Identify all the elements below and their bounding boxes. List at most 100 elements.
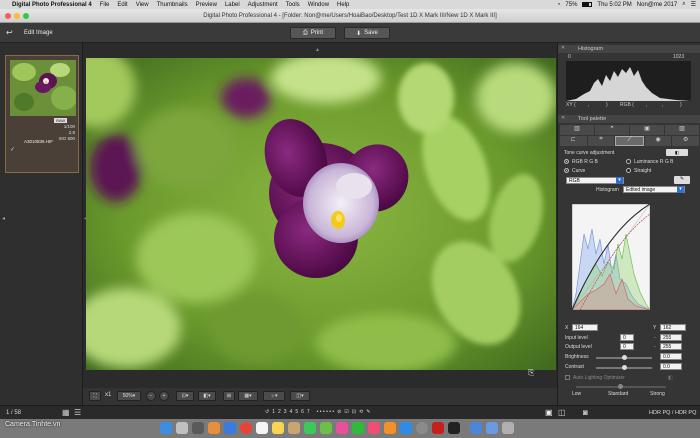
print-button[interactable]: ⎙ Print (290, 27, 336, 39)
x-value-field[interactable]: 164 (572, 324, 598, 331)
close-window-button[interactable] (5, 13, 11, 19)
compare-view-icon[interactable]: ◫ (558, 408, 566, 417)
menu-label[interactable]: Label (221, 2, 244, 8)
label-6-icon[interactable]: 6 (301, 409, 304, 415)
radio-luminance-mode[interactable] (626, 159, 631, 164)
minimize-window-button[interactable] (14, 13, 20, 19)
calendar-icon[interactable] (256, 422, 268, 434)
rating-dots[interactable]: • • • • • • (317, 409, 334, 415)
label-1-icon[interactable]: 1 (272, 409, 275, 415)
messages-icon[interactable] (304, 422, 316, 434)
histogram-source-select[interactable]: Edited image ▾ (623, 186, 685, 193)
contrast-slider-knob[interactable] (622, 365, 627, 370)
menu-help[interactable]: Help (333, 2, 353, 8)
checkmark-icon[interactable]: ✓ (10, 146, 15, 153)
af-point-button[interactable]: ⊞ (223, 391, 235, 401)
output-level-max-field[interactable]: 255 (660, 343, 682, 350)
auto-lighting-checkbox[interactable] (565, 375, 570, 380)
eyedropper-button[interactable]: ✎ (674, 176, 690, 184)
fit-to-window-button[interactable]: ⛶ (89, 391, 101, 401)
label-4-icon[interactable]: 4 (290, 409, 293, 415)
label-5-icon[interactable]: 5 (295, 409, 298, 415)
brightness-slider-knob[interactable] (622, 355, 627, 360)
label-7-icon[interactable]: 7 (307, 409, 310, 415)
facetime-icon[interactable] (352, 422, 364, 434)
photos-icon[interactable] (208, 422, 220, 434)
dpp-icon[interactable] (432, 422, 444, 434)
finder-icon[interactable] (160, 422, 172, 434)
auto-lighting-toggle[interactable]: ◧ (668, 375, 673, 381)
clock[interactable]: Thu 5:02 PM (597, 2, 631, 8)
trash-icon[interactable] (502, 422, 514, 434)
downloads-icon[interactable] (470, 422, 482, 434)
tab-trimming[interactable]: ⊏ (560, 136, 587, 146)
zoom-level-select[interactable]: 50% ▾ (117, 391, 141, 401)
zoom-1x-button[interactable]: x1 (105, 392, 111, 398)
eos-utility-icon[interactable] (448, 422, 460, 434)
zoom-in-button[interactable]: + (159, 391, 169, 401)
menu-thumbnails[interactable]: Thumbnails (153, 2, 192, 8)
radio-rgb-mode[interactable] (564, 159, 569, 164)
chrome-icon[interactable] (240, 422, 252, 434)
app-store-icon[interactable] (224, 422, 236, 434)
user-name[interactable]: Non@me 2017 (637, 2, 677, 8)
tone-curve-graph[interactable] (572, 204, 650, 310)
menu-adjustment[interactable]: Adjustment (244, 2, 282, 8)
battery-icon[interactable] (582, 2, 593, 7)
tab-lens-correction[interactable]: ⌗ (587, 136, 615, 146)
grid-button[interactable]: ▦▾ (238, 391, 258, 401)
input-level-max-field[interactable]: 255 (660, 334, 682, 341)
close-histogram-icon[interactable]: ✕ (561, 45, 565, 51)
label-3-icon[interactable]: 3 (284, 409, 287, 415)
crop-tool-button[interactable]: ⊡▾ (176, 391, 194, 401)
documents-icon[interactable] (486, 422, 498, 434)
channel-select[interactable]: RGB ▾ (566, 177, 624, 184)
rating-clear-icon[interactable]: ⊘ (337, 409, 341, 415)
menu-view[interactable]: View (132, 2, 153, 8)
appstore-icon[interactable] (400, 422, 412, 434)
back-arrow-icon[interactable]: ↩ (6, 28, 13, 37)
auto-lighting-knob[interactable] (618, 384, 623, 389)
thumbnail-panel-arrow-icon[interactable]: ◂ (2, 215, 5, 222)
crop-status-icon[interactable]: ⊡ (352, 409, 356, 415)
save-button[interactable]: ⬇ Save (344, 27, 390, 39)
wifi-icon[interactable]: ◔ (557, 2, 561, 8)
tab-tone-curve[interactable]: ⟋ (615, 136, 644, 146)
compare-tool-button[interactable]: ◧▾ (198, 391, 216, 401)
list-view-icon[interactable]: ☰ (74, 408, 81, 417)
contrast-value-field[interactable]: 0.0 (660, 363, 682, 370)
tab-basic-adjustment[interactable]: ▥ (560, 125, 594, 135)
contrast-slider[interactable] (596, 365, 652, 370)
contacts-icon[interactable] (288, 422, 300, 434)
top-panel-toggle-icon[interactable]: ▴ (316, 46, 319, 53)
single-view-icon[interactable]: ▣ (545, 408, 553, 417)
thumbnail-card-selected[interactable]: RAW 1/100 2.8 ISO 800 ✓ A3010836.HIF (5, 55, 79, 173)
output-level-min-field[interactable]: 0 (620, 343, 634, 350)
spotlight-icon[interactable]: ⌕ (682, 1, 685, 8)
brightness-value-field[interactable]: 0.0 (660, 353, 682, 360)
maps-icon[interactable] (320, 422, 332, 434)
brightness-slider[interactable] (596, 355, 652, 360)
menu-edit[interactable]: Edit (113, 2, 131, 8)
radio-straight[interactable] (626, 168, 631, 173)
highlight-warning-button[interactable]: ☼▾ (263, 391, 285, 401)
menu-file[interactable]: File (96, 2, 114, 8)
notes-icon[interactable] (272, 422, 284, 434)
rotate-left-icon[interactable]: ↺ (265, 409, 269, 415)
zoom-out-button[interactable]: − (146, 391, 156, 401)
zoom-window-button[interactable] (23, 13, 29, 19)
tab-tone-adjustment[interactable]: ◓ (595, 125, 629, 135)
launchpad-icon[interactable] (176, 422, 188, 434)
auto-lighting-slider[interactable] (576, 384, 666, 389)
tab-color-adjustment[interactable]: ▣ (630, 125, 664, 135)
menu-tools[interactable]: Tools (282, 2, 304, 8)
display-mode-button[interactable]: ◫▾ (290, 391, 310, 401)
app-menu[interactable]: Digital Photo Professional 4 (8, 2, 96, 8)
tab-detail-adjustment[interactable]: ▨ (665, 125, 699, 135)
close-tool-palette-icon[interactable]: ✕ (561, 115, 565, 121)
menu-window[interactable]: Window (304, 2, 333, 8)
label-2-icon[interactable]: 2 (278, 409, 281, 415)
check-mark-icon[interactable]: ☑ (344, 409, 348, 415)
radio-curve[interactable] (564, 168, 569, 173)
input-level-min-field[interactable]: 0 (620, 334, 634, 341)
